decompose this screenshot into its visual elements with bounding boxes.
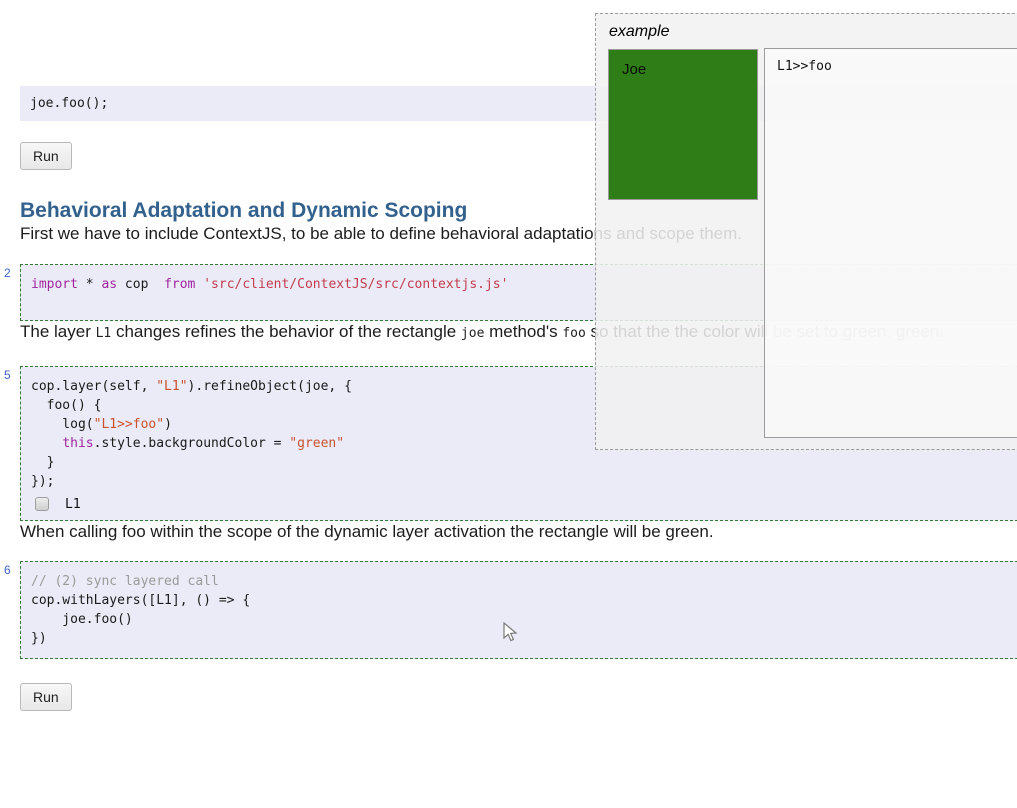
example-window-title: example <box>609 23 670 40</box>
code-cell-with-layers[interactable]: 6 // (2) sync layered call cop.withLayers… <box>4 561 1017 659</box>
mouse-cursor-icon <box>503 622 518 642</box>
code-editor[interactable]: // (2) sync layered call cop.withLayers([… <box>31 572 1017 648</box>
layer-checkbox-label: L1 <box>65 496 81 512</box>
example-window: example Joe L1>>foo <box>595 13 1017 450</box>
line-number: 5 <box>4 368 11 382</box>
log-console: L1>>foo <box>764 48 1017 438</box>
page: joe.foo(); Run Behavioral Adaptation and… <box>0 0 1017 808</box>
log-entry: L1>>foo <box>777 59 832 74</box>
run-button-bottom[interactable]: Run <box>20 683 72 711</box>
run-button-top[interactable]: Run <box>20 142 72 170</box>
paragraph-when-calling-foo: When calling foo within the scope of the… <box>20 522 714 541</box>
joe-rectangle-label: Joe <box>622 61 647 78</box>
line-number: 2 <box>4 266 11 280</box>
joe-rectangle[interactable]: Joe <box>608 49 758 200</box>
layer-checkbox[interactable] <box>35 497 49 511</box>
layer-toggle-row: L1 <box>35 494 1017 514</box>
line-number: 6 <box>4 563 11 577</box>
